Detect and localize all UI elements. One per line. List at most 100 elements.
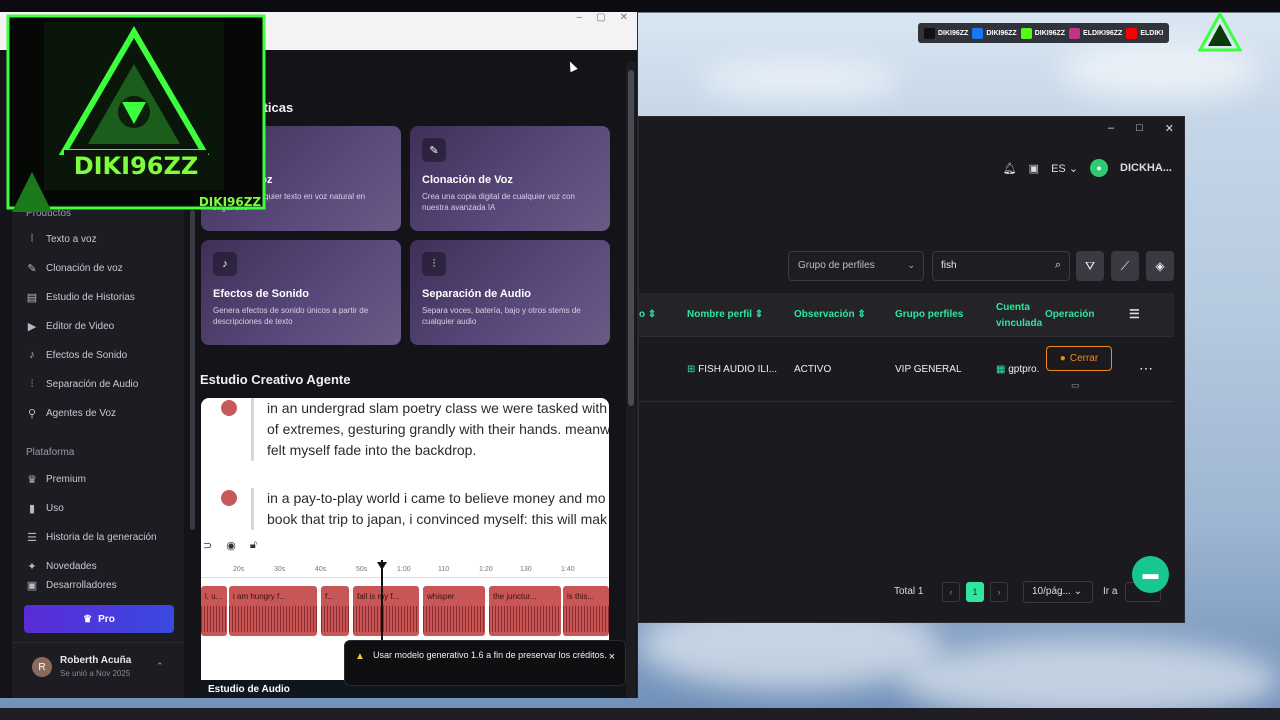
feature-card[interactable]: ♪ Efectos de Sonido Genera efectos de so…: [201, 240, 401, 345]
table-row[interactable]: ⊞ FISH AUDIO ILI... ACTIVO VIP GENERAL ▦…: [639, 338, 1174, 402]
agent-icon: ⚲: [27, 407, 37, 420]
lock-icon[interactable]: 🔓︎: [250, 539, 257, 552]
clip-label: the junctur...: [493, 592, 537, 601]
toast-close-button[interactable]: ×: [609, 651, 615, 664]
sidebar-scrollbar[interactable]: [190, 210, 195, 530]
close-icon[interactable]: ✕: [1165, 122, 1174, 135]
search-input[interactable]: fish ⌕: [932, 251, 1070, 281]
user-profile[interactable]: R Roberth Acuña Se unió a Nov 2025 ⌃: [12, 642, 184, 692]
close-profile-button[interactable]: ● Cerrar: [1046, 346, 1112, 371]
table-header: o ⇕ Nombre perfil ⇕ Observación ⇕ Grupo …: [639, 293, 1174, 337]
audio-clip[interactable]: the junctur...: [489, 586, 561, 636]
chat-button[interactable]: ▬: [1132, 556, 1169, 593]
link-icon[interactable]: ⊃: [203, 539, 212, 552]
col-group[interactable]: Grupo perfiles: [895, 309, 963, 320]
language-label: ES: [1051, 162, 1066, 175]
username: DICKHA...: [1120, 162, 1172, 174]
voice-icon[interactable]: ◉: [226, 539, 236, 552]
book-icon[interactable]: ▣: [1029, 162, 1039, 175]
avatar[interactable]: ●: [1090, 159, 1109, 177]
bell-icon[interactable]: 🔔︎: [1003, 162, 1017, 175]
facebook-icon: [972, 27, 984, 39]
sidebar-item-developers[interactable]: ▣ Desarrolladores: [12, 572, 182, 598]
feature-card[interactable]: ✎ Clonación de Voz Crea una copia digita…: [410, 126, 610, 231]
sidebar-item-separaci-n-de-audio[interactable]: ⫶ Separación de Audio: [12, 371, 182, 397]
sidebar-item-historia-de-la-generaci-n[interactable]: ☰ Historia de la generación: [12, 524, 182, 550]
transcript-line: book that trip to japan, i convinced mys…: [267, 511, 608, 527]
audio-clip[interactable]: f...: [321, 586, 349, 636]
next-page-button[interactable]: ›: [990, 582, 1008, 602]
page-size-select[interactable]: 10/pág... ⌄: [1023, 581, 1093, 603]
search-icon[interactable]: ⌕: [1055, 259, 1061, 272]
sidebar-item-editor-de-video[interactable]: ▶ Editor de Video: [12, 313, 182, 339]
col-profile-name[interactable]: Nombre perfil ⇕: [687, 309, 763, 320]
audio-clip[interactable]: i am hungry f...: [229, 586, 317, 636]
scroll-thumb[interactable]: [628, 70, 634, 406]
chat-icon: ▬: [1142, 565, 1159, 583]
prev-page-button[interactable]: ‹: [942, 582, 960, 602]
sidebar-item-estudio-de-historias[interactable]: ▤ Estudio de Historias: [12, 284, 182, 310]
audio-clip[interactable]: l, u...: [201, 586, 227, 636]
filter-button[interactable]: ⛛: [1076, 251, 1104, 281]
magic-wand-icon: ✎: [27, 262, 37, 275]
speaker-avatar: [221, 400, 237, 416]
tag-button[interactable]: ◈: [1146, 251, 1174, 281]
columns-settings-icon[interactable]: ☰: [1129, 307, 1140, 321]
audio-clip[interactable]: is this...: [563, 586, 609, 636]
group-select[interactable]: Grupo de perfiles ⌄: [788, 251, 924, 281]
maximize-icon[interactable]: ▢: [596, 12, 605, 23]
monitor-icon[interactable]: ▭: [1071, 380, 1080, 391]
feature-card[interactable]: ⫶ Separación de Audio Separa voces, bate…: [410, 240, 610, 345]
minimize-icon[interactable]: –: [1108, 122, 1114, 134]
pro-label: Pro: [98, 613, 115, 625]
warning-icon: ▲: [355, 651, 365, 662]
timeline-ruler: 20s 30s 40s 50s 1:00 110 1:20 130 1:40: [201, 564, 609, 578]
ruler-tick-label: 50s: [356, 566, 368, 573]
pro-button[interactable]: ♛ Pro: [24, 605, 174, 633]
page-button[interactable]: 1: [966, 582, 984, 602]
sort-icon[interactable]: o ⇕: [639, 309, 656, 320]
more-icon[interactable]: ⋯: [1139, 360, 1153, 377]
avatar: R: [32, 657, 52, 677]
toast-text: Usar modelo generativo 1.6 a fin de pres…: [373, 650, 607, 660]
social-handle: DIKI96ZZ: [986, 29, 1017, 37]
social-handle: DIKI96ZZ: [938, 29, 969, 37]
language-select[interactable]: ES ⌄: [1051, 162, 1078, 175]
video-icon: ▶: [27, 320, 37, 333]
sidebar-item-efectos-de-sonido[interactable]: ♪ Efectos de Sonido: [12, 342, 182, 368]
profile-manager-window: – □ ✕ 🔔︎ ▣ ES ⌄ ● DICKHA... Grupo de per…: [638, 116, 1185, 623]
clip-label: f...: [325, 592, 334, 601]
audio-clip[interactable]: fall is my f...: [353, 586, 419, 636]
header-actions: 🔔︎ ▣ ES ⌄ ● DICKHA...: [1003, 159, 1172, 177]
sidebar-item-agentes-de-voz[interactable]: ⚲ Agentes de Voz: [12, 400, 182, 426]
sidebar-item-premium[interactable]: ♛ Premium: [12, 466, 182, 492]
audio-clip[interactable]: whisper: [423, 586, 485, 636]
channel-logo-icon: [1198, 12, 1242, 52]
sidebar-item-uso[interactable]: ▮ Uso: [12, 495, 182, 521]
playhead[interactable]: [381, 560, 383, 640]
col-linked-account[interactable]: Cuenta vinculada: [996, 300, 1042, 332]
chevron-up-icon[interactable]: ⌃: [156, 661, 164, 672]
close-icon[interactable]: ✕: [620, 12, 628, 23]
chevron-down-icon: ⌄: [907, 260, 915, 270]
page-scrollbar[interactable]: [626, 62, 636, 698]
windows-icon: ⊞: [687, 364, 696, 375]
sidebar-item-label: Separación de Audio: [46, 378, 139, 390]
transcript-line: of extremes, gesturing grandly with thei…: [267, 421, 609, 437]
sidebar-item-label: Efectos de Sonido: [46, 349, 128, 361]
feature-desc: Genera efectos de sonido únicos a partir…: [213, 306, 369, 326]
tiktok-icon: [924, 27, 935, 39]
tag-icon: ◈: [1155, 259, 1165, 273]
feature-title: Clonación de Voz: [422, 174, 513, 186]
clean-button[interactable]: ⟋: [1111, 251, 1139, 281]
group-select-label: Grupo de perfiles: [798, 260, 875, 271]
window-titlebar: – □ ✕: [639, 117, 1186, 139]
clip-label: is this...: [567, 592, 595, 601]
feature-title: Separación de Audio: [422, 288, 532, 300]
sidebar-item-clonaci-n-de-voz[interactable]: ✎ Clonación de voz: [12, 255, 182, 281]
col-observation[interactable]: Observación ⇕: [794, 309, 866, 320]
maximize-icon[interactable]: □: [1136, 122, 1143, 134]
minimize-icon[interactable]: –: [577, 12, 583, 23]
sidebar-item-texto-a-voz[interactable]: ⦚ Texto a voz: [12, 226, 182, 252]
power-icon: ●: [1059, 353, 1066, 364]
